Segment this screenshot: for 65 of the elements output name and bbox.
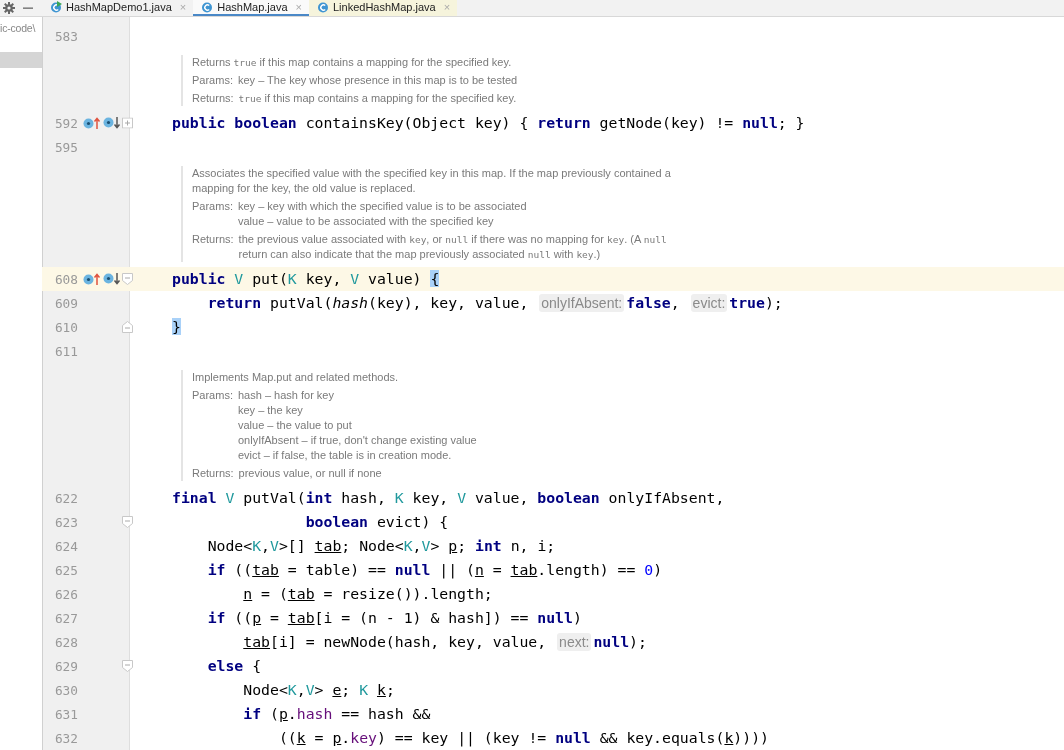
doc-label: Params: [192, 73, 233, 88]
doc-text: key – The key whose presence in this map is to be tested [237, 73, 519, 88]
doc-text: hash – hash for key [237, 388, 335, 403]
line-number: 624 [53, 538, 78, 554]
line-number: 595 [53, 139, 78, 155]
file-tab[interactable]: LinkedHashMap.java × [309, 0, 458, 16]
project-path: ic-code\ [0, 21, 37, 36]
line-number: 608 [53, 271, 78, 287]
doc-text: Associates the specified value with the specified key in this map. If the map previously contained a mapping for the key, the old value is replaced. [192, 166, 672, 196]
doc-text: Implements Map.put and related methods. [192, 370, 400, 385]
doc-text: Returns true if this map contains a mapping for the specified key. [192, 55, 513, 70]
code-line: Node<K,V> e; K k; [242, 680, 395, 700]
line-number: 623 [53, 514, 78, 530]
doc-label: Returns: [192, 466, 234, 481]
line-number: 609 [53, 295, 78, 311]
doc-label: Params: [192, 388, 233, 403]
doc-label: Returns: [192, 232, 234, 247]
code-line: if ((p = tab[i = (n - 1) & hash]) == null) [206, 608, 582, 628]
doc-text: value – the value to put [237, 418, 353, 433]
doc-label: Params: [192, 199, 233, 214]
line-number: 632 [53, 730, 78, 746]
code-line: public boolean containsKey(Object key) { return getNode(key) != null; } [171, 113, 805, 133]
code-line: Node<K,V>[] tab; Node<K,V> p; int n, i; [206, 536, 556, 556]
line-number: 629 [53, 658, 78, 674]
doc-text: evict – if false, the table is in creation mode. [237, 448, 453, 463]
line-number: 583 [53, 28, 78, 44]
code-line: if (p.hash == hash && [242, 704, 431, 724]
tab-label: HashMapDemo1.java [66, 1, 172, 13]
file-tab[interactable]: HashMapDemo1.java × [42, 0, 194, 16]
code-line: if ((tab = table) == null || (n = tab.length) == 0) [206, 560, 663, 580]
doc-text: key – key with which the specified value is to be associated [237, 199, 528, 214]
line-number: 631 [53, 706, 78, 722]
circle-up-arrow-icon[interactable] [83, 272, 101, 286]
line-number: 610 [53, 319, 78, 335]
line-number: 622 [53, 490, 78, 506]
tab-label: LinkedHashMap.java [333, 1, 436, 13]
line-number: 628 [53, 634, 78, 650]
doc-text: value – value to be associated with the specified key [237, 214, 495, 229]
circle-up-arrow-icon[interactable] [83, 116, 101, 130]
code-line: tab[i] = newNode(hash, key, value, next: null); [242, 632, 647, 652]
fold-plus-icon[interactable] [122, 117, 133, 129]
file-tab[interactable]: HashMap.java × [193, 0, 309, 16]
code-line: boolean evict) { [304, 512, 449, 532]
code-line: final V putVal(int hash, K key, V value, boolean onlyIfAbsent, [171, 488, 725, 508]
line-number: 625 [53, 562, 78, 578]
settings-icon[interactable] [3, 2, 15, 14]
circle-down-arrow-icon[interactable] [103, 116, 121, 130]
line-number: 630 [53, 682, 78, 698]
doc-text: true if this map contains a mapping for the specified key. [238, 91, 518, 106]
code-line: public V put(K key, V value) { [171, 269, 440, 289]
line-number: 627 [53, 610, 78, 626]
doc-label: Returns: [192, 91, 234, 106]
doc-text: previous value, or null if none [238, 466, 383, 481]
line-number: 611 [53, 343, 78, 359]
doc-text: key – the key [237, 403, 304, 418]
line-number: 626 [53, 586, 78, 602]
circle-down-arrow-icon[interactable] [103, 272, 121, 286]
doc-text: the previous value associated with key, or null if there was no mapping for key. (A null return can also indicate that the map previously associated null with key.) [238, 232, 668, 262]
code-line: n = (tab = resize()).length; [242, 584, 493, 604]
code-line: else { [206, 656, 262, 676]
doc-text: onlyIfAbsent – if true, don't change existing value [237, 433, 478, 448]
tab-label: HashMap.java [217, 1, 288, 13]
line-number: 592 [53, 115, 78, 131]
code-line: return putVal(hash(key), key, value, onlyIfAbsent: false, evict: true); [206, 293, 783, 313]
code-line: ((k = p.key) == key || (key != null && key.equals(k)))) [277, 728, 769, 748]
